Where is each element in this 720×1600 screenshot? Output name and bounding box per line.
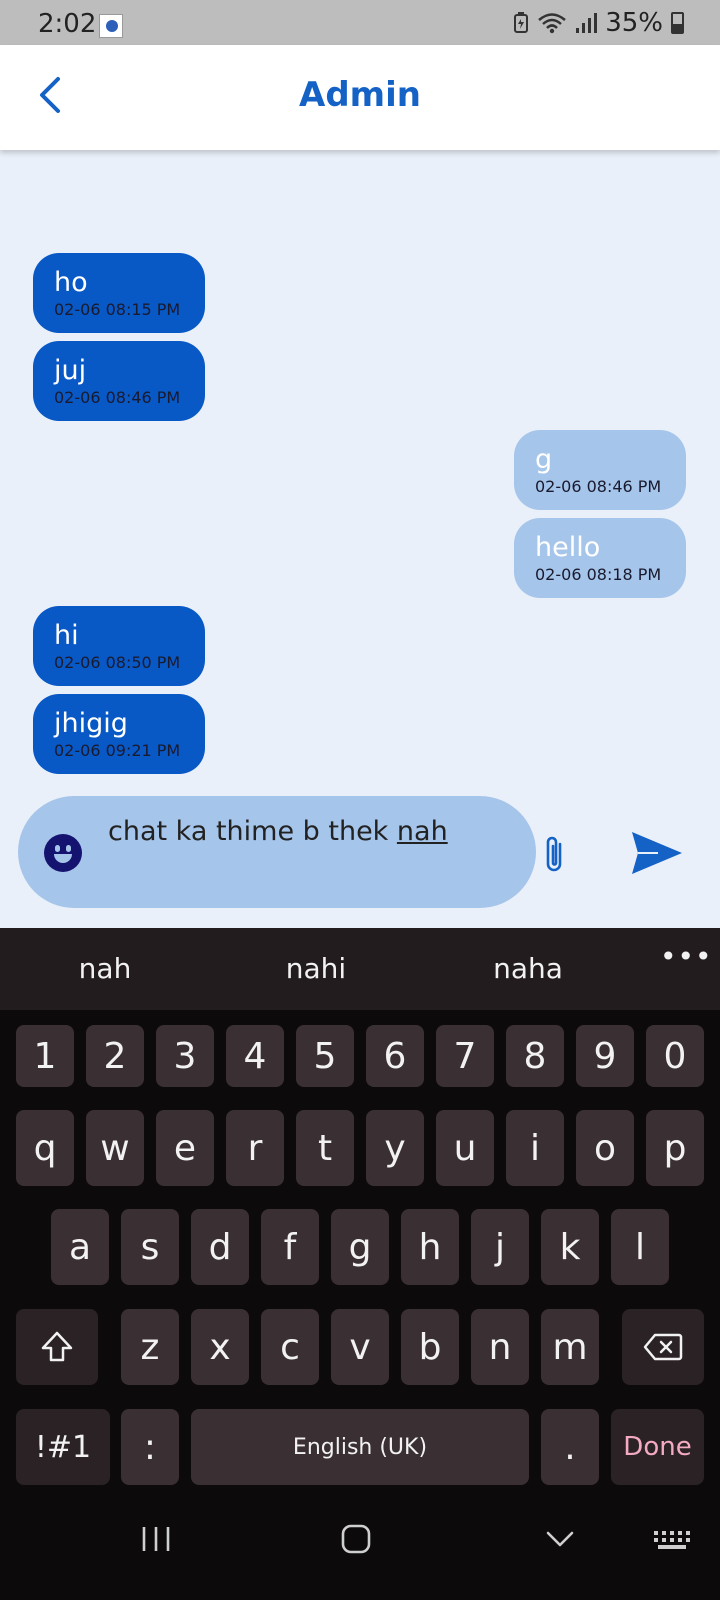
done-key[interactable]: Done bbox=[611, 1409, 704, 1485]
soft-keyboard: nah nahi naha ••• 1 2 3 4 5 6 7 8 9 0 q … bbox=[0, 928, 720, 1495]
key-u[interactable]: u bbox=[436, 1110, 494, 1186]
key-t[interactable]: t bbox=[296, 1110, 354, 1186]
colon-key[interactable]: : bbox=[121, 1409, 179, 1485]
key-0[interactable]: 0 bbox=[646, 1025, 704, 1087]
message-compose-box: chat ka thime b thek nah bbox=[18, 796, 536, 908]
message-text: hello bbox=[535, 532, 601, 563]
message-bubble-sent[interactable]: g 02-06 08:46 PM bbox=[514, 430, 686, 510]
message-bubble-received[interactable]: juj 02-06 08:46 PM bbox=[33, 341, 205, 421]
signal-icon bbox=[576, 13, 598, 33]
message-timestamp: 02-06 08:18 PM bbox=[535, 565, 662, 584]
key-f[interactable]: f bbox=[261, 1209, 319, 1285]
key-m[interactable]: m bbox=[541, 1309, 599, 1385]
key-8[interactable]: 8 bbox=[506, 1025, 564, 1087]
backspace-icon bbox=[643, 1333, 683, 1361]
key-c[interactable]: c bbox=[261, 1309, 319, 1385]
key-r[interactable]: r bbox=[226, 1110, 284, 1186]
message-input-text: chat ka thime b thek bbox=[108, 816, 397, 847]
key-i[interactable]: i bbox=[506, 1110, 564, 1186]
key-5[interactable]: 5 bbox=[296, 1025, 354, 1087]
key-z[interactable]: z bbox=[121, 1309, 179, 1385]
page-title: Admin bbox=[299, 75, 421, 115]
status-indicators: 35% bbox=[513, 8, 684, 38]
message-bubble-received[interactable]: jhigig 02-06 09:21 PM bbox=[33, 694, 205, 774]
key-h[interactable]: h bbox=[401, 1209, 459, 1285]
battery-percentage: 35% bbox=[605, 8, 663, 38]
key-q[interactable]: q bbox=[16, 1110, 74, 1186]
keyboard-icon[interactable] bbox=[652, 1523, 692, 1559]
battery-saver-icon bbox=[514, 12, 529, 33]
suggestion-item[interactable]: naha bbox=[458, 952, 598, 985]
key-o[interactable]: o bbox=[576, 1110, 634, 1186]
message-timestamp: 02-06 08:50 PM bbox=[54, 653, 181, 672]
symbols-key[interactable]: !#1 bbox=[16, 1409, 110, 1485]
key-1[interactable]: 1 bbox=[16, 1025, 74, 1087]
message-bubble-received[interactable]: ho 02-06 08:15 PM bbox=[33, 253, 205, 333]
message-text: hi bbox=[54, 620, 79, 651]
backspace-key[interactable] bbox=[622, 1309, 704, 1385]
shift-key[interactable] bbox=[16, 1309, 98, 1385]
message-timestamp: 02-06 08:46 PM bbox=[54, 388, 181, 407]
key-g[interactable]: g bbox=[331, 1209, 389, 1285]
wifi-icon bbox=[538, 13, 567, 34]
status-time: 2:02 bbox=[38, 9, 97, 39]
key-k[interactable]: k bbox=[541, 1209, 599, 1285]
message-input[interactable]: chat ka thime b thek nah bbox=[108, 816, 518, 856]
key-9[interactable]: 9 bbox=[576, 1025, 634, 1087]
battery-icon bbox=[671, 12, 684, 34]
message-timestamp: 02-06 09:21 PM bbox=[54, 741, 181, 760]
period-key[interactable]: . bbox=[541, 1409, 599, 1485]
recents-icon[interactable] bbox=[140, 1523, 172, 1559]
space-bar[interactable]: English (UK) bbox=[191, 1409, 529, 1485]
suggestion-bar: nah nahi naha ••• bbox=[0, 928, 720, 1010]
app-notification-icon bbox=[99, 14, 123, 38]
message-text: ho bbox=[54, 267, 88, 298]
more-options-icon[interactable]: ••• bbox=[660, 940, 713, 973]
message-bubble-received[interactable]: hi 02-06 08:50 PM bbox=[33, 606, 205, 686]
app-header: Admin bbox=[0, 45, 720, 150]
key-e[interactable]: e bbox=[156, 1110, 214, 1186]
key-n[interactable]: n bbox=[471, 1309, 529, 1385]
key-v[interactable]: v bbox=[331, 1309, 389, 1385]
system-nav-bar bbox=[0, 1495, 720, 1600]
send-icon bbox=[632, 832, 682, 874]
key-b[interactable]: b bbox=[401, 1309, 459, 1385]
key-x[interactable]: x bbox=[191, 1309, 249, 1385]
key-d[interactable]: d bbox=[191, 1209, 249, 1285]
nav-back-icon[interactable] bbox=[544, 1523, 576, 1559]
key-j[interactable]: j bbox=[471, 1209, 529, 1285]
key-3[interactable]: 3 bbox=[156, 1025, 214, 1087]
message-text: jhigig bbox=[54, 708, 128, 739]
home-icon[interactable] bbox=[340, 1523, 372, 1559]
key-a[interactable]: a bbox=[51, 1209, 109, 1285]
message-timestamp: 02-06 08:15 PM bbox=[54, 300, 181, 319]
key-7[interactable]: 7 bbox=[436, 1025, 494, 1087]
key-l[interactable]: l bbox=[611, 1209, 669, 1285]
key-w[interactable]: w bbox=[86, 1110, 144, 1186]
smiley-icon[interactable] bbox=[44, 834, 82, 872]
key-y[interactable]: y bbox=[366, 1110, 424, 1186]
key-2[interactable]: 2 bbox=[86, 1025, 144, 1087]
suggestion-item[interactable]: nahi bbox=[246, 952, 386, 985]
message-timestamp: 02-06 08:46 PM bbox=[535, 477, 662, 496]
message-text: g bbox=[535, 444, 553, 475]
message-bubble-sent[interactable]: hello 02-06 08:18 PM bbox=[514, 518, 686, 598]
message-input-composing: nah bbox=[396, 816, 448, 847]
paperclip-icon[interactable] bbox=[540, 832, 570, 876]
key-6[interactable]: 6 bbox=[366, 1025, 424, 1087]
key-s[interactable]: s bbox=[121, 1209, 179, 1285]
send-button[interactable] bbox=[628, 828, 684, 878]
suggestion-item[interactable]: nah bbox=[35, 952, 175, 985]
key-p[interactable]: p bbox=[646, 1110, 704, 1186]
shift-icon bbox=[41, 1331, 73, 1362]
message-text: juj bbox=[54, 355, 87, 386]
status-bar: 2:02 35% bbox=[0, 0, 720, 45]
smiley-mouth bbox=[54, 854, 72, 863]
key-4[interactable]: 4 bbox=[226, 1025, 284, 1087]
